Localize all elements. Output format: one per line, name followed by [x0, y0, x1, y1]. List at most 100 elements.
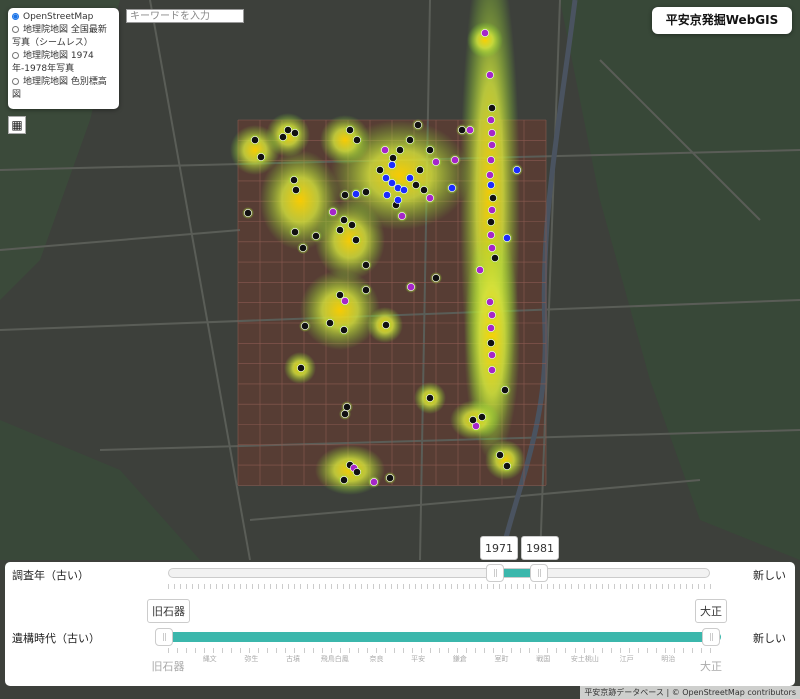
survey-year-end-handle[interactable] [530, 564, 548, 582]
tick [249, 648, 251, 653]
tick [451, 584, 453, 589]
tick [174, 584, 176, 589]
tick [384, 648, 386, 653]
tick [216, 584, 218, 589]
tick [294, 648, 296, 653]
tick [445, 584, 447, 589]
tick [469, 584, 471, 589]
era-label: 安土桃山 [570, 655, 599, 663]
layer-option-gsi-1974[interactable]: 地理院地図 1974年-1978年写真 [12, 50, 115, 76]
tick [613, 584, 615, 589]
tick [682, 648, 684, 653]
tick [700, 648, 702, 653]
era-label: 江戸 [619, 655, 634, 663]
tick [258, 584, 260, 589]
survey-year-label: 調査年（古い） [12, 569, 89, 582]
tick [710, 648, 711, 653]
tick [628, 648, 630, 653]
filter-panel: 調査年（古い） 新しい 1971 1981 遺構時代（古い） 新しい 旧石器 大… [5, 536, 795, 686]
tick [625, 584, 627, 589]
tick [649, 584, 651, 589]
layer-option-gsi-photo[interactable]: 地理院地図 全国最新写真（シームレス） [12, 24, 115, 50]
radio-icon[interactable] [12, 52, 19, 59]
tick [240, 584, 242, 589]
tick [186, 648, 188, 653]
tick [198, 584, 200, 589]
survey-year-start-handle[interactable] [486, 564, 504, 582]
period-end-handle[interactable] [702, 628, 720, 646]
tick [499, 584, 501, 589]
tick [643, 584, 645, 589]
tick [270, 584, 272, 589]
tick [691, 584, 693, 589]
layer-option-osm[interactable]: OpenStreetMap [12, 11, 115, 24]
tick [408, 584, 410, 589]
survey-year-ticks [168, 584, 711, 592]
tick [324, 584, 326, 589]
tick [420, 648, 422, 653]
tick [637, 584, 639, 589]
tick [204, 648, 206, 653]
tick [565, 584, 567, 589]
tick [484, 648, 486, 653]
era-label: 古墳 [286, 655, 301, 663]
tick [475, 584, 477, 589]
tick [321, 648, 323, 653]
tick [210, 584, 212, 589]
tick [204, 584, 206, 589]
radio-icon[interactable] [12, 78, 19, 85]
era-label: 鎌倉 [452, 655, 467, 663]
tick [583, 584, 585, 589]
search-input[interactable]: キーワードを入力 [126, 9, 244, 23]
tick [357, 648, 359, 653]
tick [619, 648, 621, 653]
tick [267, 648, 269, 653]
tick [390, 584, 392, 589]
tick [457, 584, 459, 589]
era-label: 戦国 [536, 655, 551, 663]
layer-option-gsi-elevation[interactable]: 地理院地図 色別標高図 [12, 76, 115, 102]
tick [463, 584, 465, 589]
map-attribution: 平安京跡データベース | © OpenStreetMap contributor… [580, 686, 800, 699]
tick [448, 648, 450, 653]
era-label: 明治 [661, 655, 676, 663]
tick [646, 648, 648, 653]
qr-code-icon[interactable]: ▦ [8, 116, 26, 134]
tick [541, 584, 543, 589]
period-new-label: 新しい [753, 632, 786, 645]
tick [466, 648, 468, 653]
period-from-tooltip: 旧石器 [147, 599, 190, 623]
period-slider[interactable] [155, 632, 721, 642]
tick [556, 648, 558, 653]
tick [426, 584, 428, 589]
tick [378, 584, 380, 589]
tick [577, 584, 579, 589]
tick [667, 584, 669, 589]
period-start-handle[interactable] [155, 628, 173, 646]
tick [493, 648, 495, 653]
tick [411, 648, 413, 653]
tick [354, 584, 356, 589]
layer-switcher[interactable]: OpenStreetMap 地理院地図 全国最新写真（シームレス） 地理院地図 … [8, 8, 119, 109]
tick [429, 648, 431, 653]
tick [592, 648, 594, 653]
period-start-label: 旧石器 [151, 660, 185, 673]
survey-year-slider[interactable] [168, 568, 710, 578]
tick [312, 648, 314, 653]
app-title: 平安京発掘WebGIS [652, 7, 792, 34]
tick [673, 584, 675, 589]
tick [240, 648, 242, 653]
tick [348, 648, 350, 653]
tick [396, 584, 398, 589]
tick [300, 584, 302, 589]
tick [285, 648, 287, 653]
radio-icon[interactable] [12, 26, 19, 33]
tick [493, 584, 495, 589]
radio-icon[interactable] [12, 13, 19, 20]
tick [547, 584, 549, 589]
tick [402, 584, 404, 589]
tick [246, 584, 248, 589]
period-to-tooltip: 大正 [695, 599, 727, 623]
tick [535, 584, 537, 589]
tick [601, 584, 603, 589]
